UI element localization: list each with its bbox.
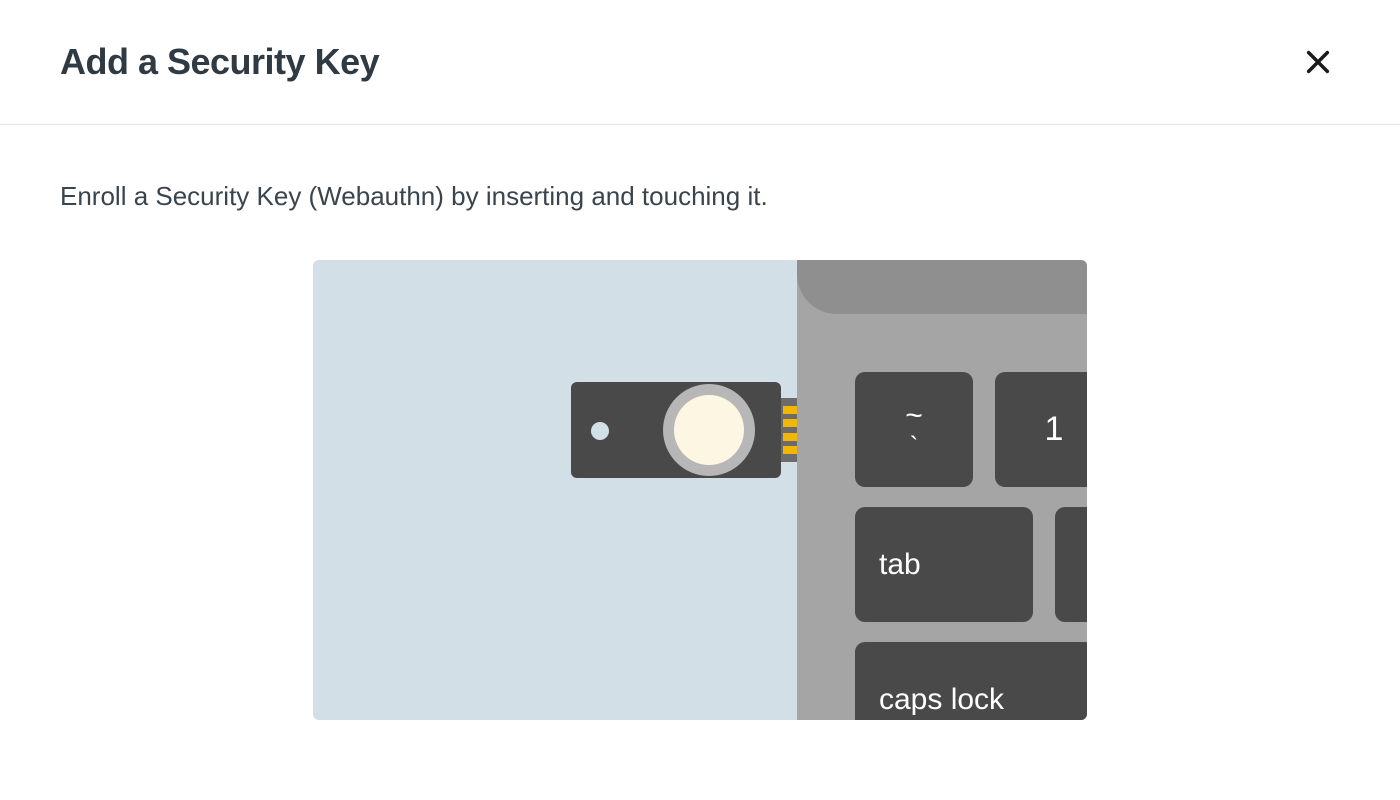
modal-body: Enroll a Security Key (Webauthn) by inse… xyxy=(0,125,1400,720)
keyboard-key-tilde: ~ ` xyxy=(855,372,973,487)
keyboard-key-capslock: caps lock xyxy=(855,642,1087,720)
instruction-text: Enroll a Security Key (Webauthn) by inse… xyxy=(60,181,1340,212)
modal-title: Add a Security Key xyxy=(60,41,379,83)
usb-contact-pin xyxy=(783,419,797,427)
key-label: ~ xyxy=(905,401,923,431)
close-icon xyxy=(1304,48,1332,76)
laptop-screen-edge-graphic xyxy=(797,260,1087,314)
usb-contact-pin xyxy=(783,446,797,454)
close-button[interactable] xyxy=(1296,40,1340,84)
security-key-hole xyxy=(591,422,609,440)
key-label: tab xyxy=(879,548,921,582)
keyboard-key-partial xyxy=(1055,507,1087,622)
key-label: ` xyxy=(910,433,919,459)
key-label: 1 xyxy=(1045,410,1064,449)
usb-contacts-graphic xyxy=(783,406,797,454)
keyboard-key-one: 1 xyxy=(995,372,1087,487)
key-label: caps lock xyxy=(879,683,1004,717)
security-key-button-ring xyxy=(663,384,755,476)
security-key-button xyxy=(674,395,744,465)
security-key-illustration: ~ ` 1 tab caps lock xyxy=(313,260,1087,720)
illustration-container: ~ ` 1 tab caps lock xyxy=(60,260,1340,720)
usb-contact-pin xyxy=(783,406,797,414)
modal-header: Add a Security Key xyxy=(0,0,1400,125)
usb-contact-pin xyxy=(783,433,797,441)
security-key-graphic xyxy=(571,382,781,478)
keyboard-key-tab: tab xyxy=(855,507,1033,622)
